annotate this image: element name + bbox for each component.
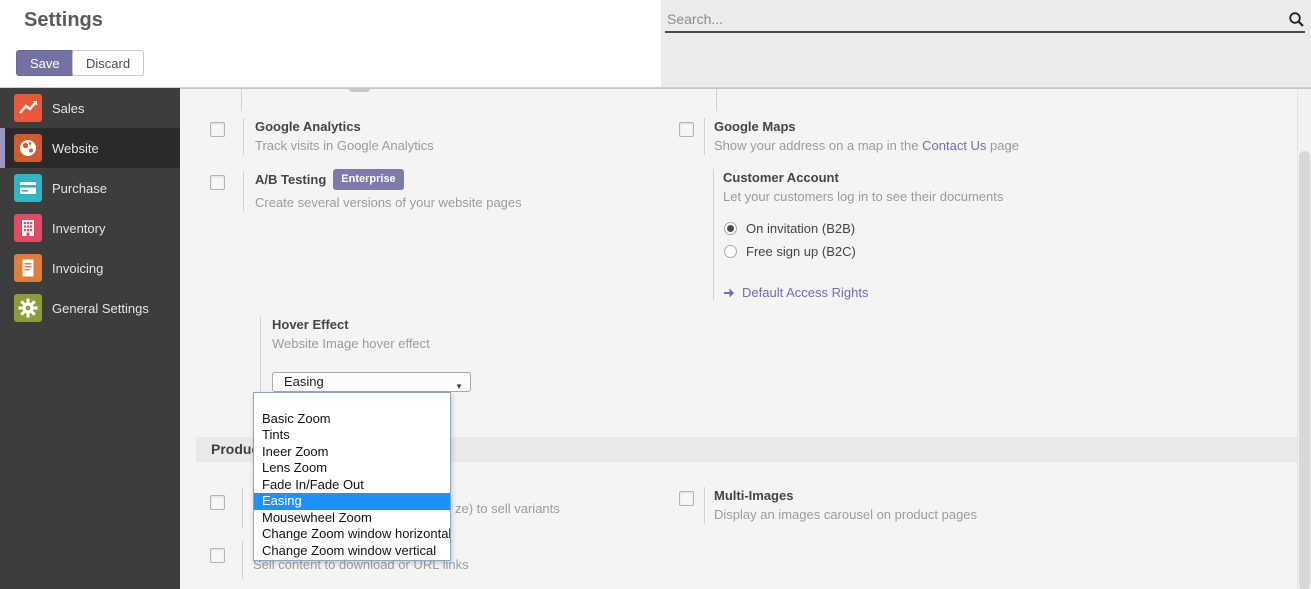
header-bar: Settings Save Discard: [0, 0, 1311, 88]
setting-google-maps: Google Maps Show your address on a map i…: [679, 118, 1019, 155]
variants-desc-fragment: ze) to sell variants: [455, 501, 560, 516]
link-label: Default Access Rights: [742, 285, 868, 300]
default-access-rights-link[interactable]: Default Access Rights: [723, 285, 1003, 300]
settings-page: Settings Save Discard Sales Website: [0, 0, 1311, 589]
sidebar-item-website[interactable]: Website: [0, 128, 180, 168]
radio-free-signup[interactable]: Free sign up (B2C): [723, 240, 1003, 263]
variants-checkbox[interactable]: [210, 495, 225, 510]
setting-desc: Create several versions of your website …: [255, 194, 522, 212]
radio-button[interactable]: [724, 245, 737, 258]
setting-title: Hover Effect: [272, 316, 471, 333]
contact-us-link[interactable]: Contact Us: [922, 138, 986, 153]
scrollbar-thumb[interactable]: [1299, 151, 1310, 589]
scrolled-element-fragment: [349, 89, 370, 92]
setting-multi-images: Multi-Images Display an images carousel …: [679, 487, 977, 524]
search-icon[interactable]: [1288, 11, 1305, 33]
setting-desc: Display an images carousel on product pa…: [714, 506, 977, 524]
sidebar-item-purchase[interactable]: Purchase: [0, 168, 180, 208]
enterprise-badge: Enterprise: [333, 169, 403, 190]
setting-desc: Track visits in Google Analytics: [255, 137, 434, 155]
sidebar-item-general-settings[interactable]: General Settings: [0, 288, 180, 328]
setting-hover-effect: Hover Effect Website Image hover effect …: [242, 316, 471, 392]
arrow-right-icon: [723, 287, 736, 299]
sidebar-item-label: Invoicing: [52, 261, 103, 276]
google-analytics-checkbox[interactable]: [210, 122, 225, 137]
radio-label: Free sign up (B2C): [746, 244, 856, 259]
scrollbar-track: [1297, 89, 1311, 589]
setting-title: Customer Account: [723, 169, 1003, 186]
sidebar-item-invoicing[interactable]: Invoicing: [0, 248, 180, 288]
radio-button-selected[interactable]: [724, 222, 737, 235]
gear-icon: [14, 294, 42, 322]
sidebar-item-inventory[interactable]: Inventory: [0, 208, 180, 248]
dropdown-option[interactable]: Lens Zoom: [254, 460, 450, 477]
discard-button[interactable]: Discard: [72, 50, 144, 76]
search-zone: [661, 0, 1311, 87]
settings-content: Google Analytics Track visits in Google …: [180, 88, 1311, 589]
app-sidebar: Sales Website Purchase Inventory Invoici…: [0, 88, 180, 589]
dropdown-option[interactable]: Ineer Zoom: [254, 444, 450, 461]
dropdown-option-blank[interactable]: [254, 394, 450, 411]
dropdown-option[interactable]: Change Zoom window horizontal: [254, 526, 450, 543]
credit-card-icon: [14, 174, 42, 202]
dropdown-option[interactable]: Mousewheel Zoom: [254, 510, 450, 527]
desc-text: Show your address on a map in the: [714, 138, 922, 153]
search-input[interactable]: [665, 7, 1305, 33]
chevron-down-icon: ▼: [455, 378, 463, 396]
sidebar-item-sales[interactable]: Sales: [0, 88, 180, 128]
ab-testing-checkbox[interactable]: [210, 175, 225, 190]
setting-title: A/B Testing Enterprise: [255, 171, 522, 192]
setting-title: Multi-Images: [714, 487, 977, 504]
radio-label: On invitation (B2B): [746, 221, 855, 236]
line-chart-icon: [14, 94, 42, 122]
dropdown-option-selected[interactable]: Easing: [254, 493, 450, 510]
sidebar-item-label: Inventory: [52, 221, 105, 236]
divider: [242, 488, 243, 528]
hover-effect-select[interactable]: Easing ▼: [272, 372, 471, 392]
building-icon: [14, 214, 42, 242]
radio-on-invitation[interactable]: On invitation (B2B): [723, 217, 1003, 240]
page-title: Settings: [24, 9, 103, 32]
setting-ab-testing: A/B Testing Enterprise Create several ver…: [210, 171, 522, 212]
save-button[interactable]: Save: [16, 50, 74, 76]
globe-icon: [14, 134, 42, 162]
setting-desc: Website Image hover effect: [272, 335, 471, 353]
sidebar-item-label: General Settings: [52, 301, 149, 316]
title-text: A/B Testing: [255, 172, 326, 187]
divider-fragment: [241, 89, 242, 111]
google-maps-checkbox[interactable]: [679, 122, 694, 137]
setting-desc: Show your address on a map in the Contac…: [714, 137, 1019, 155]
setting-google-analytics: Google Analytics Track visits in Google …: [210, 118, 434, 155]
desc-text: page: [986, 138, 1019, 153]
setting-customer-account: Customer Account Let your customers log …: [703, 169, 1003, 300]
divider-fragment: [716, 89, 717, 111]
sidebar-item-label: Website: [52, 141, 99, 156]
divider: [242, 541, 243, 579]
sidebar-item-label: Sales: [52, 101, 85, 116]
dropdown-option[interactable]: Tints: [254, 427, 450, 444]
setting-title: Google Maps: [714, 118, 1019, 135]
dropdown-option[interactable]: Change Zoom window vertical: [254, 543, 450, 560]
document-icon: [14, 254, 42, 282]
dropdown-option[interactable]: Fade In/Fade Out: [254, 477, 450, 494]
hover-effect-dropdown-list: Basic Zoom Tints Ineer Zoom Lens Zoom Fa…: [253, 392, 451, 561]
sidebar-item-label: Purchase: [52, 181, 107, 196]
dropdown-option[interactable]: Basic Zoom: [254, 411, 450, 428]
digital-content-checkbox[interactable]: [210, 548, 225, 563]
setting-title: Google Analytics: [255, 118, 434, 135]
select-value: Easing: [284, 374, 324, 389]
multi-images-checkbox[interactable]: [679, 491, 694, 506]
setting-desc: Let your customers log in to see their d…: [723, 188, 1003, 206]
